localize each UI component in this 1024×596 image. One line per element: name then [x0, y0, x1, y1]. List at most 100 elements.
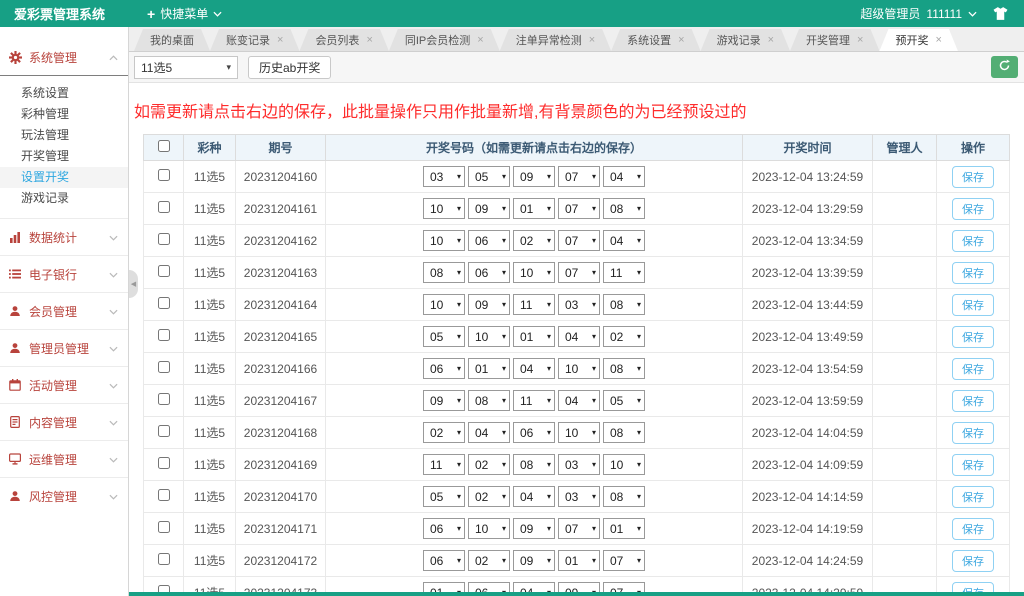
tab-预开奖[interactable]: 预开奖×	[879, 29, 957, 51]
number-select[interactable]: 05▾	[423, 486, 465, 507]
save-button[interactable]: 保存	[952, 166, 994, 188]
save-button[interactable]: 保存	[952, 550, 994, 572]
save-button[interactable]: 保存	[952, 390, 994, 412]
lottery-type-select[interactable]: 11选5 ▾	[134, 56, 238, 79]
sidebar-item-设置开奖[interactable]: 设置开奖	[0, 167, 128, 188]
sidebar-group-电子银行[interactable]: 电子银行	[0, 255, 128, 292]
save-button[interactable]: 保存	[952, 358, 994, 380]
number-select[interactable]: 08▾	[423, 262, 465, 283]
sidebar-item-彩种管理[interactable]: 彩种管理	[0, 104, 128, 125]
number-select[interactable]: 06▾	[423, 550, 465, 571]
number-select[interactable]: 11▾	[513, 294, 555, 315]
number-select[interactable]: 07▾	[603, 550, 645, 571]
tab-注单异常检测[interactable]: 注单异常检测×	[500, 29, 611, 51]
user-menu[interactable]: 超级管理员 111111	[860, 5, 977, 22]
number-select[interactable]: 11▾	[603, 262, 645, 283]
row-checkbox[interactable]	[158, 521, 170, 533]
number-select[interactable]: 10▾	[558, 422, 600, 443]
sidebar-group-风控管理[interactable]: 风控管理	[0, 477, 128, 514]
row-checkbox[interactable]	[158, 297, 170, 309]
number-select[interactable]: 10▾	[513, 262, 555, 283]
row-checkbox[interactable]	[158, 489, 170, 501]
number-select[interactable]: 09▾	[513, 550, 555, 571]
number-select[interactable]: 01▾	[468, 358, 510, 379]
tab-同IP会员检测[interactable]: 同IP会员检测×	[389, 29, 500, 51]
number-select[interactable]: 08▾	[603, 294, 645, 315]
number-select[interactable]: 10▾	[468, 518, 510, 539]
tab-游戏记录[interactable]: 游戏记录×	[701, 29, 790, 51]
number-select[interactable]: 09▾	[423, 390, 465, 411]
number-select[interactable]: 02▾	[423, 422, 465, 443]
sidebar-item-开奖管理[interactable]: 开奖管理	[0, 146, 128, 167]
row-checkbox[interactable]	[158, 201, 170, 213]
row-checkbox[interactable]	[158, 233, 170, 245]
number-select[interactable]: 10▾	[423, 294, 465, 315]
sidebar-group-数据统计[interactable]: 数据统计	[0, 218, 128, 255]
save-button[interactable]: 保存	[952, 262, 994, 284]
tab-我的桌面[interactable]: 我的桌面	[134, 29, 210, 51]
number-select[interactable]: 09▾	[513, 518, 555, 539]
sidebar-item-系统设置[interactable]: 系统设置	[0, 83, 128, 104]
save-button[interactable]: 保存	[952, 294, 994, 316]
number-select[interactable]: 08▾	[513, 454, 555, 475]
number-select[interactable]: 05▾	[603, 390, 645, 411]
number-select[interactable]: 10▾	[603, 454, 645, 475]
tab-close-icon[interactable]: ×	[768, 34, 774, 46]
tab-close-icon[interactable]: ×	[277, 34, 283, 46]
save-button[interactable]: 保存	[952, 198, 994, 220]
number-select[interactable]: 08▾	[603, 422, 645, 443]
tab-close-icon[interactable]: ×	[935, 34, 941, 46]
number-select[interactable]: 10▾	[468, 326, 510, 347]
number-select[interactable]: 06▾	[468, 230, 510, 251]
number-select[interactable]: 02▾	[468, 454, 510, 475]
refresh-button[interactable]	[991, 56, 1018, 78]
number-select[interactable]: 10▾	[558, 358, 600, 379]
tab-close-icon[interactable]: ×	[589, 34, 595, 46]
sidebar-group-活动管理[interactable]: 活动管理	[0, 366, 128, 403]
tab-close-icon[interactable]: ×	[678, 34, 684, 46]
sidebar-group-内容管理[interactable]: 内容管理	[0, 403, 128, 440]
tab-账变记录[interactable]: 账变记录×	[210, 29, 299, 51]
number-select[interactable]: 03▾	[423, 166, 465, 187]
number-select[interactable]: 06▾	[513, 422, 555, 443]
save-button[interactable]: 保存	[952, 518, 994, 540]
row-checkbox[interactable]	[158, 265, 170, 277]
save-button[interactable]: 保存	[952, 486, 994, 508]
save-button[interactable]: 保存	[952, 230, 994, 252]
number-select[interactable]: 06▾	[423, 518, 465, 539]
number-select[interactable]: 01▾	[603, 518, 645, 539]
number-select[interactable]: 10▾	[423, 198, 465, 219]
number-select[interactable]: 02▾	[468, 486, 510, 507]
number-select[interactable]: 02▾	[468, 550, 510, 571]
number-select[interactable]: 10▾	[423, 230, 465, 251]
number-select[interactable]: 11▾	[423, 454, 465, 475]
number-select[interactable]: 01▾	[558, 550, 600, 571]
number-select[interactable]: 04▾	[513, 358, 555, 379]
number-select[interactable]: 06▾	[423, 358, 465, 379]
row-checkbox[interactable]	[158, 425, 170, 437]
number-select[interactable]: 04▾	[603, 230, 645, 251]
row-checkbox[interactable]	[158, 361, 170, 373]
save-button[interactable]: 保存	[952, 326, 994, 348]
row-checkbox[interactable]	[158, 553, 170, 565]
number-select[interactable]: 07▾	[558, 166, 600, 187]
number-select[interactable]: 11▾	[513, 390, 555, 411]
number-select[interactable]: 05▾	[423, 326, 465, 347]
number-select[interactable]: 08▾	[468, 390, 510, 411]
row-checkbox[interactable]	[158, 329, 170, 341]
sidebar-group-系统管理[interactable]: 系统管理	[0, 39, 128, 76]
number-select[interactable]: 03▾	[558, 294, 600, 315]
tab-close-icon[interactable]: ×	[366, 34, 372, 46]
number-select[interactable]: 08▾	[603, 198, 645, 219]
number-select[interactable]: 04▾	[558, 326, 600, 347]
number-select[interactable]: 03▾	[558, 454, 600, 475]
tab-会员列表[interactable]: 会员列表×	[299, 29, 388, 51]
number-select[interactable]: 07▾	[558, 262, 600, 283]
number-select[interactable]: 04▾	[513, 486, 555, 507]
number-select[interactable]: 04▾	[468, 422, 510, 443]
number-select[interactable]: 04▾	[558, 390, 600, 411]
number-select[interactable]: 02▾	[513, 230, 555, 251]
tab-开奖管理[interactable]: 开奖管理×	[790, 29, 879, 51]
number-select[interactable]: 07▾	[558, 518, 600, 539]
sidebar-item-玩法管理[interactable]: 玩法管理	[0, 125, 128, 146]
